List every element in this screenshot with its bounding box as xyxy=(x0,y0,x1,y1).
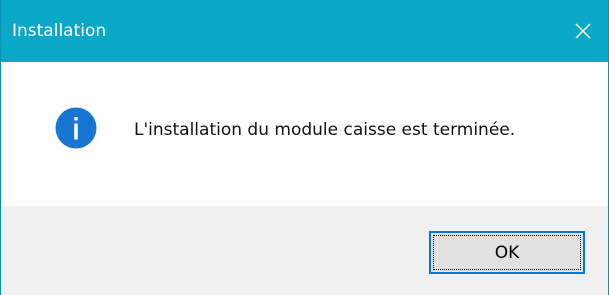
close-button[interactable] xyxy=(558,0,608,62)
title-bar[interactable]: Installation xyxy=(1,0,608,62)
ok-button-label: OK xyxy=(433,235,581,270)
info-icon xyxy=(55,107,97,149)
ok-button[interactable]: OK xyxy=(429,231,585,274)
window-title: Installation xyxy=(12,21,107,41)
button-bar: OK xyxy=(1,206,608,295)
message-area: L'installation du module caisse est term… xyxy=(1,62,608,206)
installation-dialog: Installation L'installation du module ca… xyxy=(0,0,609,295)
message-text: L'installation du module caisse est term… xyxy=(134,120,516,140)
close-icon xyxy=(575,23,591,39)
